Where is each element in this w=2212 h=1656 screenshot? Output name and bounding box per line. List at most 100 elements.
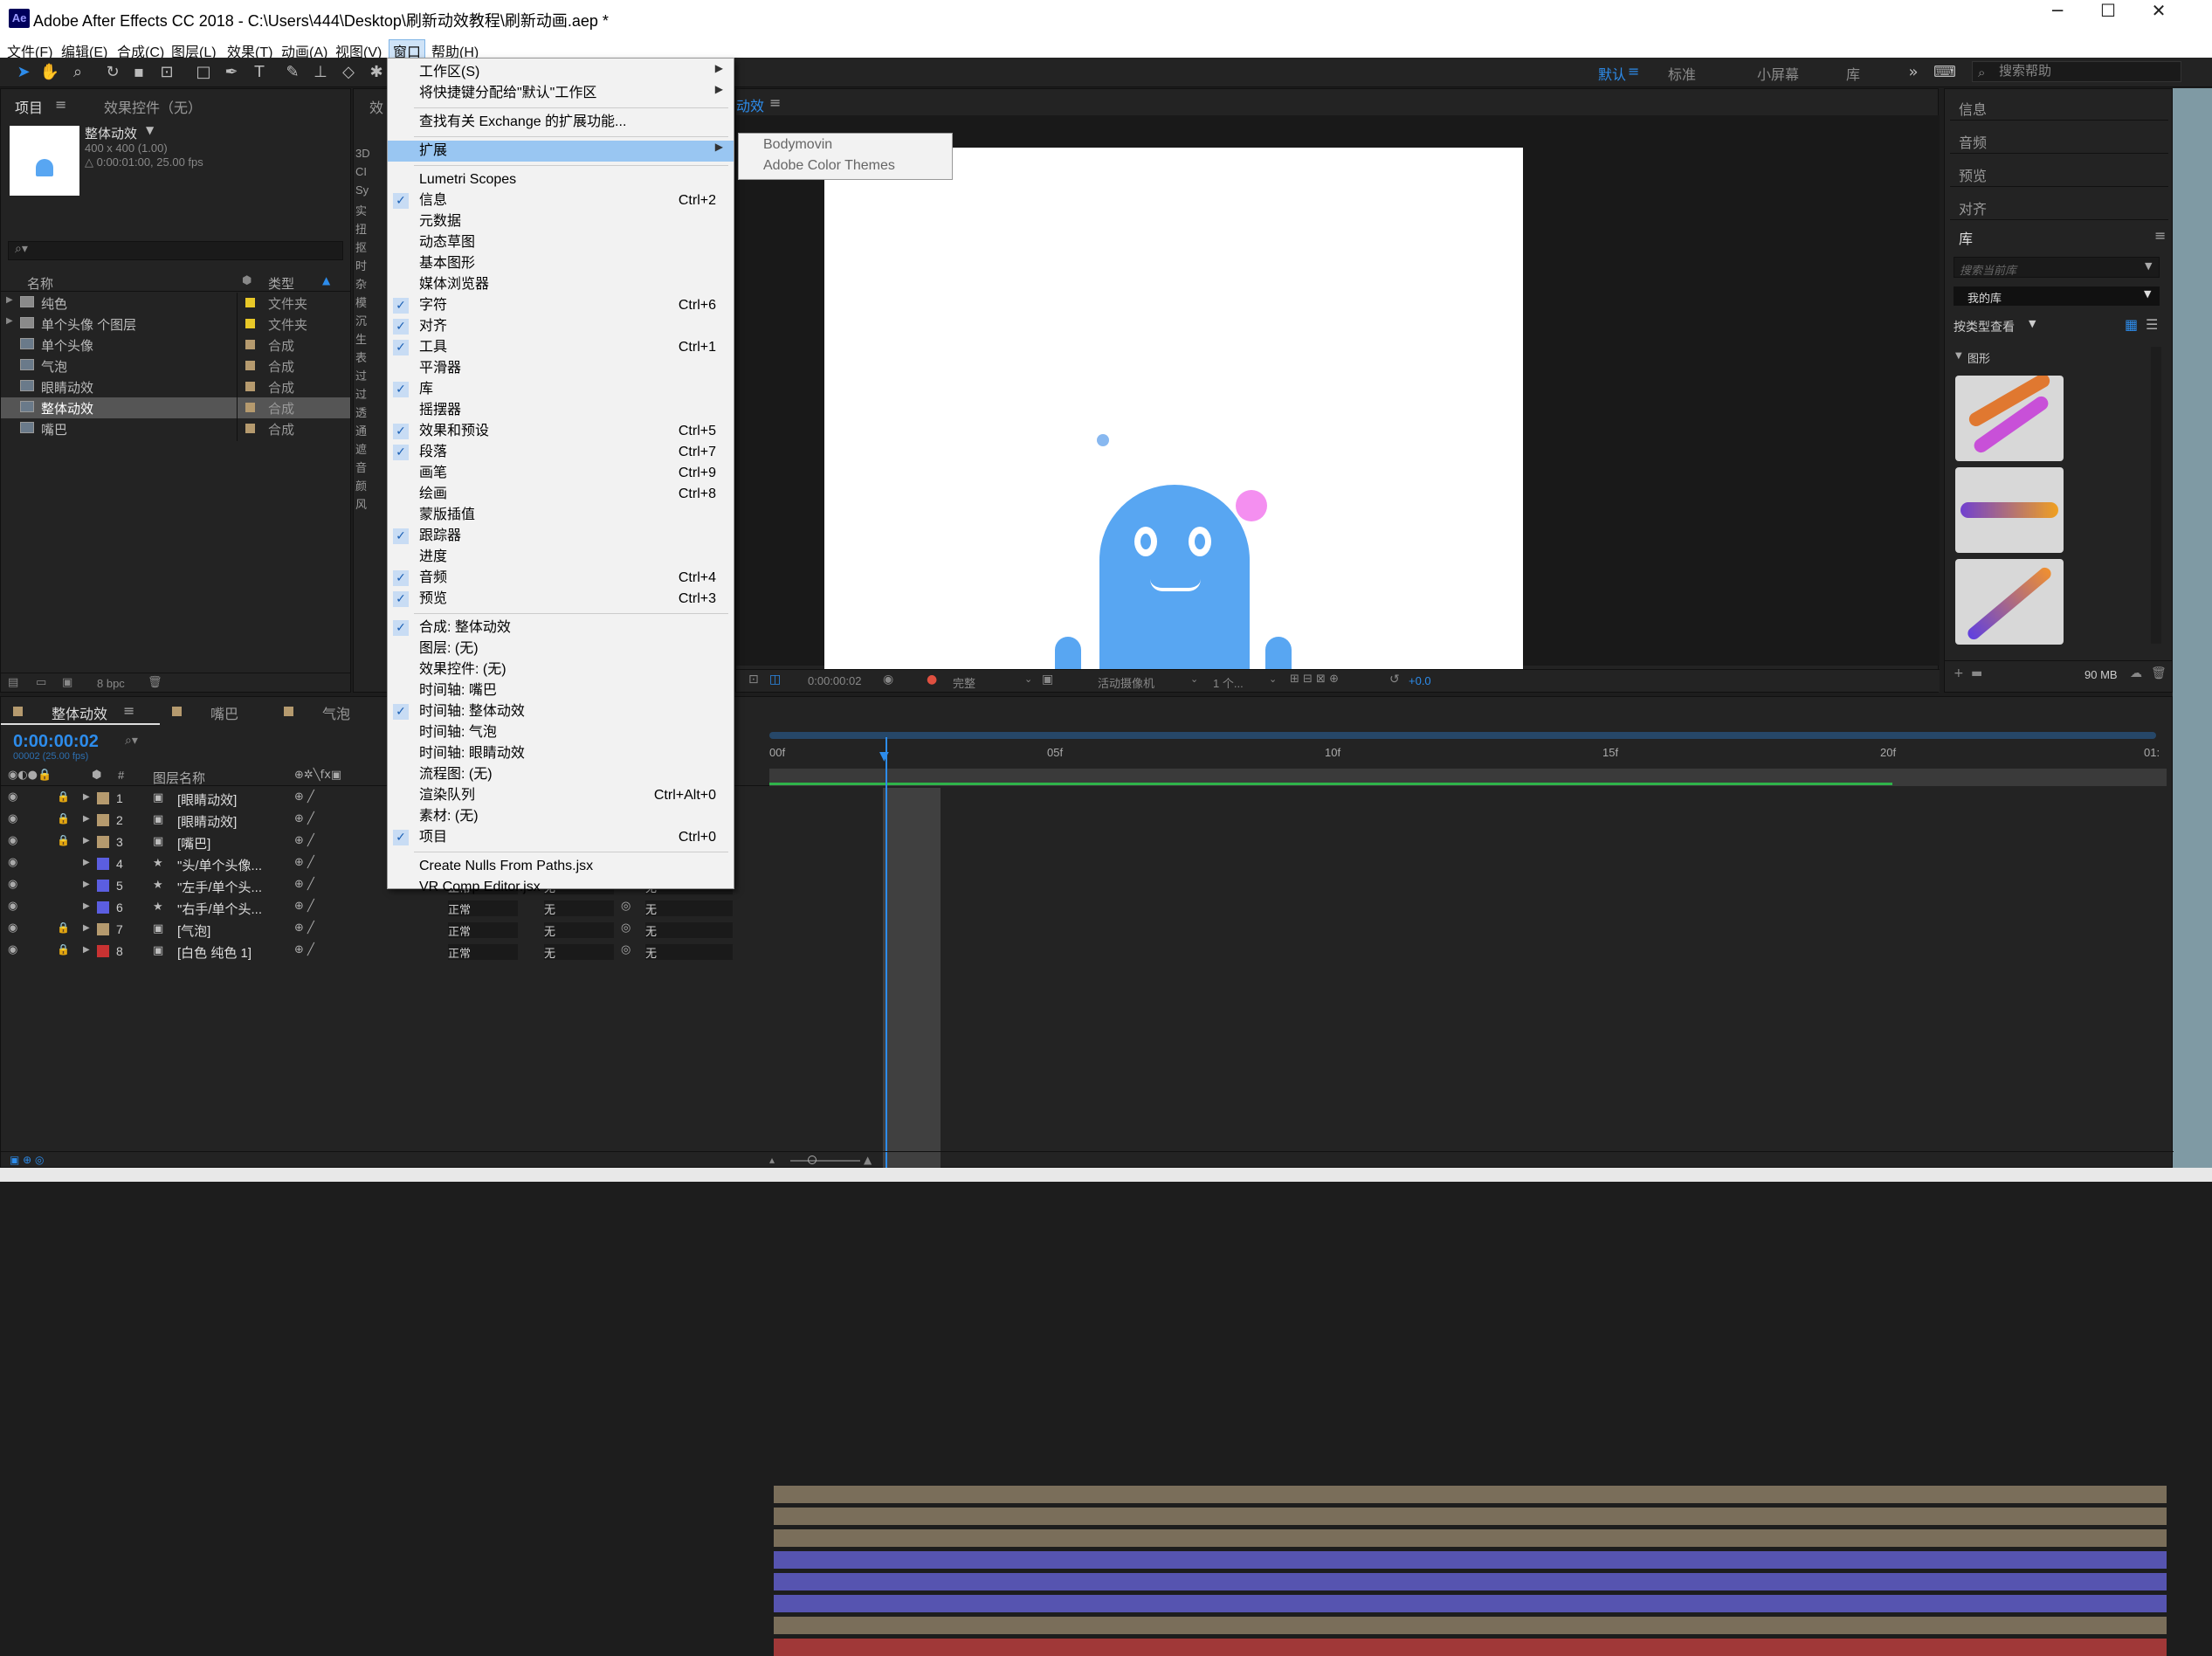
workspace-0[interactable]: 默认: [1598, 63, 1626, 84]
av-switches-icon[interactable]: ◉◐●🔒: [8, 769, 52, 782]
parent-select[interactable]: 无: [645, 922, 733, 938]
folder-icon[interactable]: ▬: [1971, 666, 1982, 680]
label-color-swatch[interactable]: [245, 361, 255, 370]
column-layer-name[interactable]: 图层名称: [153, 769, 205, 787]
viewer-timecode[interactable]: 0:00:00:02: [808, 674, 861, 687]
layer-switch-icons[interactable]: ⊕ ╱: [294, 790, 314, 804]
layer-duration-bar[interactable]: [774, 1639, 2167, 1656]
label-color-swatch[interactable]: [97, 880, 109, 892]
eraser-tool-icon[interactable]: ◇: [337, 61, 360, 84]
new-folder-icon[interactable]: ▭: [36, 676, 46, 689]
effect-category[interactable]: 颜: [355, 477, 367, 493]
label-color-swatch[interactable]: [97, 923, 109, 935]
camera-tool-icon[interactable]: ▪: [127, 61, 150, 84]
expand-arrow-icon[interactable]: ▶: [83, 945, 90, 955]
window-menu-item[interactable]: ✓ 合成: 整体动效: [388, 618, 734, 638]
label-color-swatch[interactable]: [97, 814, 109, 826]
project-list-item[interactable]: 单个头像 合成: [1, 335, 350, 355]
library-thumbnail[interactable]: [1955, 376, 2064, 461]
parent-select[interactable]: 无: [645, 944, 733, 960]
panel-menu-icon[interactable]: ≡: [769, 94, 781, 111]
reset-exposure-icon[interactable]: ↺: [1389, 673, 1400, 687]
blending-mode-select[interactable]: 正常: [448, 922, 518, 938]
window-menu-item[interactable]: 将快捷键分配给"默认"工作区 ▶: [388, 83, 734, 104]
lock-icon[interactable]: 🔒: [57, 790, 70, 803]
window-menu-item[interactable]: 绘画 Ctrl+8: [388, 484, 734, 505]
window-menu-item[interactable]: ✓ 效果和预设 Ctrl+5: [388, 421, 734, 442]
comp-dropdown-icon[interactable]: ▼: [146, 124, 154, 136]
window-menu-item[interactable]: 媒体浏览器: [388, 274, 734, 295]
exposure-value[interactable]: +0.0: [1409, 674, 1431, 687]
effect-category[interactable]: 表: [355, 348, 367, 365]
new-comp-icon[interactable]: ▣: [62, 676, 72, 689]
sync-icon[interactable]: ☁: [2130, 666, 2142, 680]
submenu-item[interactable]: Bodymovin: [763, 137, 832, 153]
window-menu-item[interactable]: ✓ 音频 Ctrl+4: [388, 568, 734, 589]
workspace-switch-icon[interactable]: ⌨: [1933, 61, 1956, 84]
chevron-down-icon[interactable]: ⌄: [1024, 673, 1032, 685]
layer-name[interactable]: [眼睛动效]: [177, 812, 237, 831]
comp-viewer[interactable]: [736, 115, 1940, 672]
trash-icon[interactable]: 🗑: [2151, 666, 2167, 680]
zoom-out-icon[interactable]: ▴: [769, 1154, 775, 1166]
zoom-slider[interactable]: [790, 1160, 860, 1162]
expand-arrow-icon[interactable]: ▶: [83, 880, 90, 889]
layer-switch-icons[interactable]: ⊕ ╱: [294, 943, 314, 956]
layer-name[interactable]: [白色 纯色 1]: [177, 943, 252, 962]
window-menu-item[interactable]: ✓ 项目 Ctrl+0: [388, 827, 734, 848]
effect-category[interactable]: 扭: [355, 220, 367, 237]
lock-icon[interactable]: 🔒: [57, 921, 70, 934]
layer-duration-bar[interactable]: [774, 1595, 2167, 1612]
project-search-input[interactable]: [8, 241, 343, 260]
window-menu-item[interactable]: ✓ 跟踪器: [388, 526, 734, 547]
lock-icon[interactable]: 🔒: [57, 943, 70, 956]
track-matte-select[interactable]: 无: [544, 922, 614, 938]
layer-duration-bar[interactable]: [774, 1573, 2167, 1590]
timeline-tab-1[interactable]: 嘴巴: [210, 702, 238, 723]
layer-name[interactable]: "右手/单个头...: [177, 900, 262, 918]
rotate-tool-icon[interactable]: ↻: [101, 61, 124, 84]
layer-duration-bar[interactable]: [774, 1486, 2167, 1503]
window-menu-item[interactable]: 基本图形: [388, 253, 734, 274]
window-menu-item[interactable]: 画笔 Ctrl+9: [388, 463, 734, 484]
zoom-tool-icon[interactable]: ⌕: [66, 61, 89, 84]
label-color-swatch[interactable]: [245, 319, 255, 328]
workspace-menu-icon[interactable]: ≡: [1628, 63, 1639, 79]
label-color-swatch[interactable]: [245, 424, 255, 433]
visibility-eye-icon[interactable]: ◉: [8, 790, 17, 804]
effect-category[interactable]: 杂: [355, 275, 367, 292]
submenu-item[interactable]: Adobe Color Themes: [763, 158, 895, 174]
effect-category[interactable]: 3D: [355, 147, 370, 160]
window-menu-item[interactable]: ✓ 段落 Ctrl+7: [388, 442, 734, 463]
visibility-eye-icon[interactable]: ◉: [8, 900, 17, 913]
effect-category[interactable]: 沉: [355, 312, 367, 328]
timeline-layer-row[interactable]: ◉ 🔒 ▶ 7 ▣ [气泡] ⊕ ╱ 正常 无 ◎ 无: [1, 919, 769, 940]
label-color-swatch[interactable]: [97, 792, 109, 804]
window-menu-item[interactable]: 工作区(S) ▶: [388, 62, 734, 83]
bit-depth-label[interactable]: 8 bpc: [97, 677, 125, 690]
visibility-eye-icon[interactable]: ◉: [8, 856, 17, 869]
workspace-1[interactable]: 标准: [1668, 63, 1696, 84]
layer-name[interactable]: "头/单个头像...: [177, 856, 262, 874]
window-menu-item[interactable]: Create Nulls From Paths.jsx: [388, 856, 734, 877]
expand-arrow-icon[interactable]: ▶: [6, 295, 13, 305]
layer-duration-bar[interactable]: [774, 1529, 2167, 1547]
layer-duration-bar[interactable]: [774, 1617, 2167, 1634]
effect-category[interactable]: 过: [355, 367, 367, 383]
search-icon[interactable]: ⌕▾: [125, 734, 138, 748]
expand-arrow-icon[interactable]: ▶: [6, 316, 13, 326]
window-menu-item[interactable]: 效果控件: (无): [388, 659, 734, 680]
hand-tool-icon[interactable]: ✋: [38, 61, 61, 84]
label-color-swatch[interactable]: [245, 382, 255, 391]
viewer-options-icons[interactable]: ⊞ ⊟ ⊠ ⊕: [1290, 673, 1339, 686]
window-menu-item[interactable]: ✓ 字符 Ctrl+6: [388, 295, 734, 316]
label-color-swatch[interactable]: [245, 403, 255, 412]
library-search-input[interactable]: 搜索当前库 ▼: [1954, 257, 2160, 278]
panel-menu-icon[interactable]: ≡: [2154, 227, 2166, 244]
views-select[interactable]: 1 个...: [1213, 674, 1244, 691]
sort-ascending-icon[interactable]: ▲: [322, 274, 330, 286]
layer-switch-icons[interactable]: ⊕ ╱: [294, 900, 314, 913]
window-menu-item[interactable]: ✓ 信息 Ctrl+2: [388, 190, 734, 211]
window-menu-item[interactable]: VR Comp Editor.jsx: [388, 877, 734, 898]
panel-menu-icon[interactable]: ≡: [123, 702, 134, 719]
